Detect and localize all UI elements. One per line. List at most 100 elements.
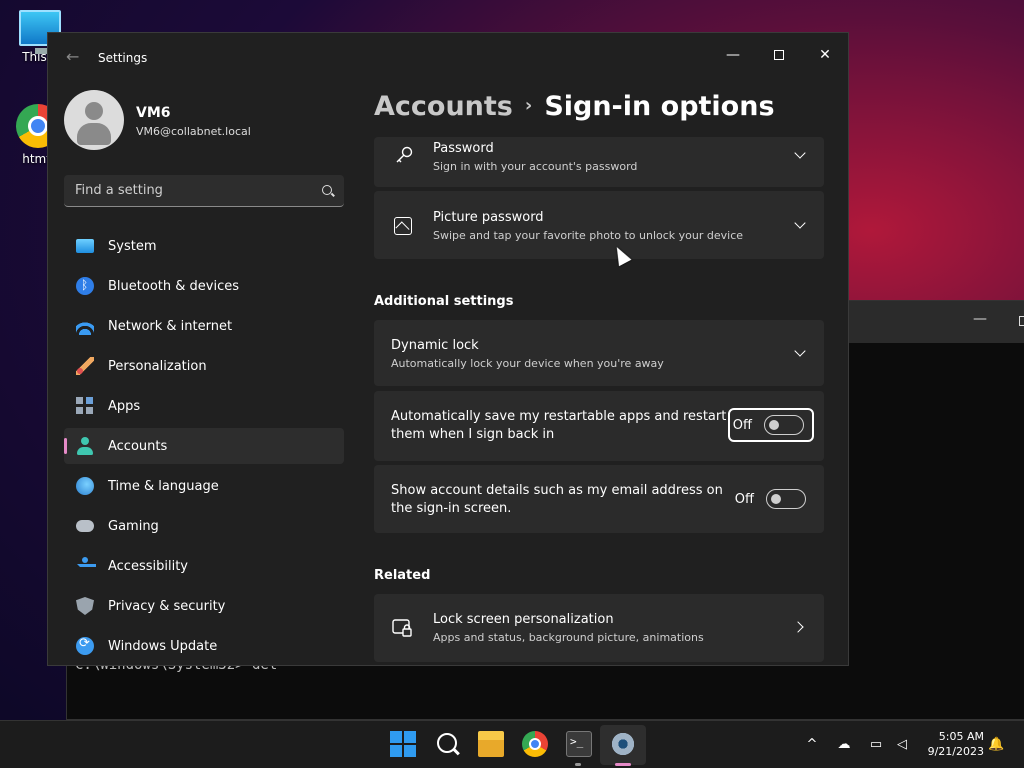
search-icon[interactable] <box>322 185 332 195</box>
network-icon[interactable]: ▭ <box>868 737 884 753</box>
clock-date: 9/21/2023 <box>927 745 984 758</box>
sidebar-item-accessibility[interactable]: Accessibility <box>64 548 344 584</box>
wifi-icon <box>76 317 94 335</box>
start-icon[interactable] <box>390 731 416 757</box>
setting-label-line2: them when I sign back in <box>391 427 555 442</box>
toggle-switch[interactable] <box>766 489 806 509</box>
sidebar-item-label: Time & language <box>108 478 219 494</box>
search-placeholder: Find a setting <box>75 183 163 198</box>
card-subtitle: Swipe and tap your favorite photo to unl… <box>433 229 744 242</box>
arrow-left-icon[interactable]: ← <box>66 49 82 65</box>
setting-label-line1: Automatically save my restartable apps a… <box>391 409 727 424</box>
chevron-down-icon[interactable] <box>794 147 806 159</box>
system-icon <box>76 239 94 253</box>
close-icon: ✕ <box>819 47 831 63</box>
sidebar-item-apps[interactable]: Apps <box>64 388 344 424</box>
sidebar-item-bluetooth[interactable]: Bluetooth & devices <box>64 268 344 304</box>
sidebar-item-label: Privacy & security <box>108 598 226 614</box>
chevron-down-icon[interactable] <box>794 345 806 357</box>
restart-apps-card: Automatically save my restartable apps a… <box>374 391 824 461</box>
toggle-state-label: Off <box>734 491 754 507</box>
sidebar-item-label: Personalization <box>108 358 207 374</box>
app-title: Settings <box>98 51 148 65</box>
file-explorer-icon[interactable] <box>478 731 504 757</box>
sidebar-item-personalization[interactable]: Personalization <box>64 348 344 384</box>
sidebar-item-label: Accessibility <box>108 558 188 574</box>
card-title: Password <box>433 141 494 156</box>
account-details-toggle[interactable]: Off <box>728 482 814 516</box>
section-heading-related: Related <box>374 568 431 583</box>
volume-muted-icon[interactable]: ◁ <box>894 737 910 753</box>
minimize-icon[interactable]: — <box>973 311 987 327</box>
person-icon <box>76 437 94 455</box>
taskbar: ^ ☁ ▭ ◁ 5:05 AM 9/21/2023 🔔 <box>0 720 1024 768</box>
lock-screen-icon <box>392 619 412 637</box>
picture-icon <box>394 217 412 235</box>
chrome-icon[interactable] <box>522 731 548 757</box>
section-heading-additional: Additional settings <box>374 294 514 309</box>
clock-time: 5:05 AM <box>938 730 984 743</box>
search-input[interactable]: Find a setting <box>64 175 344 207</box>
breadcrumb: Accounts › Sign-in options <box>374 91 775 122</box>
picture-password-card[interactable]: Picture password Swipe and tap your favo… <box>374 191 824 259</box>
user-email: VM6@collabnet.local <box>136 125 251 138</box>
card-subtitle: Sign in with your account's password <box>433 160 638 173</box>
card-title: Picture password <box>433 210 544 225</box>
sidebar-item-accounts[interactable]: Accounts <box>64 428 344 464</box>
breadcrumb-parent[interactable]: Accounts <box>374 91 513 122</box>
maximize-button[interactable] <box>756 39 802 71</box>
key-icon <box>396 146 413 163</box>
sidebar-item-windows-update[interactable]: Windows Update <box>64 628 344 664</box>
sidebar-item-label: Bluetooth & devices <box>108 278 239 294</box>
search-icon[interactable] <box>435 731 461 757</box>
card-subtitle: Automatically lock your device when you'… <box>391 357 664 370</box>
setting-label-line2: the sign-in screen. <box>391 501 512 516</box>
toggle-knob <box>769 420 779 430</box>
bell-icon[interactable]: 🔔 <box>988 737 1004 753</box>
sidebar-item-privacy[interactable]: Privacy & security <box>64 588 344 624</box>
sidebar-item-label: System <box>108 238 157 254</box>
bluetooth-icon <box>76 277 94 295</box>
minimize-icon: — <box>726 47 740 63</box>
user-name: VM6 <box>136 105 171 121</box>
minimize-button[interactable]: — <box>710 39 756 71</box>
dynamic-lock-card[interactable]: Dynamic lock Automatically lock your dev… <box>374 320 824 386</box>
sidebar-nav: System Bluetooth & devices Network & int… <box>64 228 344 665</box>
restart-apps-toggle[interactable]: Off <box>728 408 814 442</box>
avatar-head <box>85 102 103 120</box>
close-button[interactable]: ✕ <box>802 39 848 71</box>
card-title: Dynamic lock <box>391 338 479 353</box>
cloud-icon[interactable]: ☁ <box>836 737 852 753</box>
sidebar-item-gaming[interactable]: Gaming <box>64 508 344 544</box>
card-subtitle: Apps and status, background picture, ani… <box>433 631 704 644</box>
apps-icon <box>76 397 94 415</box>
avatar[interactable] <box>64 90 124 150</box>
settings-gear-icon[interactable] <box>610 731 636 757</box>
toggle-switch[interactable] <box>764 415 804 435</box>
card-title: Lock screen personalization <box>433 612 614 627</box>
lock-screen-personalization-card[interactable]: Lock screen personalization Apps and sta… <box>374 594 824 662</box>
chevron-down-icon[interactable] <box>794 217 806 229</box>
maximize-icon[interactable] <box>1019 316 1024 326</box>
chevron-up-icon[interactable]: ^ <box>804 737 820 753</box>
toggle-state-label: Off <box>732 417 752 433</box>
toggle-knob <box>771 494 781 504</box>
chevron-right-icon[interactable] <box>792 621 804 633</box>
shield-icon <box>76 597 94 615</box>
sidebar-item-time-language[interactable]: Time & language <box>64 468 344 504</box>
brush-icon <box>76 357 94 375</box>
settings-window: ← Settings — ✕ VM6 VM6@collabnet.local F… <box>47 32 849 666</box>
sidebar-item-label: Apps <box>108 398 141 414</box>
clock[interactable]: 5:05 AM 9/21/2023 <box>920 729 984 759</box>
account-details-card: Show account details such as my email ad… <box>374 465 824 533</box>
avatar-body <box>77 123 111 145</box>
sidebar-item-system[interactable]: System <box>64 228 344 264</box>
sidebar-item-label: Gaming <box>108 518 159 534</box>
accessibility-icon <box>76 557 96 575</box>
terminal-icon[interactable] <box>566 731 592 757</box>
page-title: Sign-in options <box>544 91 775 122</box>
sidebar-item-label: Network & internet <box>108 318 233 334</box>
title-bar[interactable]: ← Settings — ✕ <box>48 33 848 81</box>
password-card[interactable]: Password Sign in with your account's pas… <box>374 137 824 187</box>
sidebar-item-network[interactable]: Network & internet <box>64 308 344 344</box>
